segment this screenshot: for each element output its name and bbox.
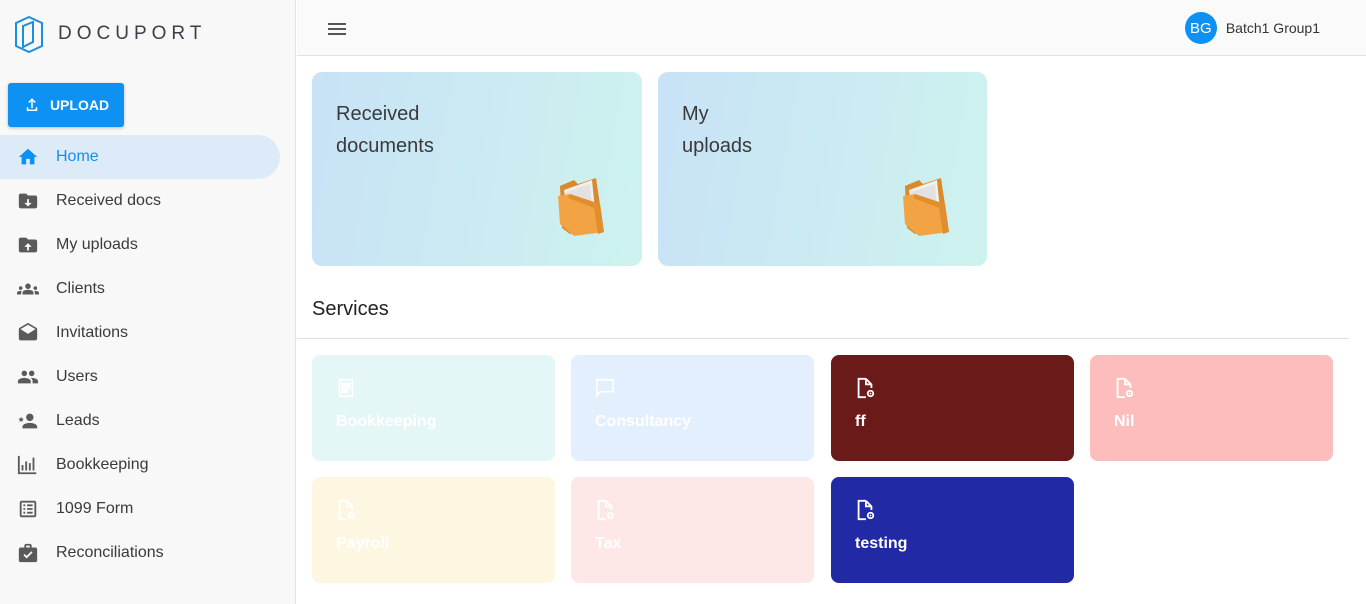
logo[interactable]: DOCUPORT <box>15 15 206 53</box>
docuport-logo-icon <box>15 15 43 53</box>
chart-icon <box>17 454 39 476</box>
card-title-line: Received <box>336 103 420 125</box>
sidebar-item-my-uploads[interactable]: My uploads <box>0 223 280 267</box>
sidebar-item-label: Reconciliations <box>56 544 164 561</box>
sidebar-item-users[interactable]: Users <box>0 355 280 399</box>
upload-icon <box>26 98 38 111</box>
received-documents-card[interactable]: Received documents <box>312 72 642 266</box>
sidebar-item-label: Users <box>56 368 98 385</box>
service-label: ff <box>855 413 866 430</box>
sidebar-item-clients[interactable]: Clients <box>0 267 280 311</box>
people-icon <box>17 366 39 388</box>
service-label: Nil <box>1114 413 1135 430</box>
sidebar-item-label: Bookkeeping <box>56 456 149 473</box>
logo-text: DOCUPORT <box>58 23 207 44</box>
service-label: Payroll <box>336 535 390 552</box>
folder-download-icon <box>17 190 39 212</box>
sidebar-item-received-docs[interactable]: Received docs <box>0 179 280 223</box>
menu-toggle-button[interactable] <box>327 19 347 39</box>
service-label: Consultancy <box>595 413 692 430</box>
upload-button[interactable]: UPLOAD <box>8 83 124 127</box>
sidebar-item-label: Received docs <box>56 192 161 209</box>
doc-gear-icon <box>597 499 615 521</box>
group-icon <box>17 278 39 300</box>
card-title-line: documents <box>336 135 434 157</box>
chat-icon <box>595 378 615 398</box>
service-card-bookkeeping[interactable]: Bookkeeping <box>312 355 555 461</box>
user-menu[interactable]: BG Batch1 Group1 <box>1184 12 1320 44</box>
hamburger-icon <box>328 23 346 35</box>
receipt-icon <box>338 378 354 398</box>
doc-gear-icon <box>857 377 875 399</box>
card-title-line: uploads <box>682 135 753 157</box>
folder-icon <box>903 178 949 236</box>
service-label: testing <box>855 535 908 552</box>
sidebar-item-home[interactable]: Home <box>0 135 280 179</box>
services-heading: Services <box>312 298 389 320</box>
doc-gear-icon <box>338 499 356 521</box>
sidebar-item-label: Leads <box>56 412 100 429</box>
service-card-ff[interactable]: ff <box>831 355 1074 461</box>
list-icon <box>17 498 39 520</box>
person-star-icon <box>17 410 39 432</box>
briefcase-check-icon <box>17 542 39 564</box>
service-card-consultancy[interactable]: Consultancy <box>571 355 814 461</box>
doc-gear-icon <box>1116 377 1134 399</box>
sidebar: DOCUPORT UPLOAD Home Received docs My up… <box>0 0 296 604</box>
divider <box>297 338 1349 339</box>
upload-label: UPLOAD <box>49 97 110 113</box>
top-bar: BG Batch1 Group1 <box>297 0 1366 56</box>
service-label: Bookkeeping <box>336 413 437 430</box>
avatar: BG <box>1184 12 1217 44</box>
home-icon <box>17 146 39 168</box>
card-title-line: My <box>682 103 709 125</box>
folder-upload-icon <box>17 234 39 256</box>
card-title: Received documents <box>336 98 496 162</box>
sidebar-item-1099-form[interactable]: 1099 Form <box>0 487 280 531</box>
folder-icon <box>558 178 604 236</box>
service-card-nil[interactable]: Nil <box>1090 355 1333 461</box>
sidebar-item-label: Clients <box>56 280 105 297</box>
service-card-payroll[interactable]: Payroll <box>312 477 555 583</box>
envelope-open-icon <box>17 322 39 344</box>
sidebar-item-label: 1099 Form <box>56 500 134 517</box>
user-name: Batch1 Group1 <box>1225 20 1320 36</box>
sidebar-item-reconciliations[interactable]: Reconciliations <box>0 531 280 575</box>
doc-gear-icon <box>857 499 875 521</box>
sidebar-item-leads[interactable]: Leads <box>0 399 280 443</box>
sidebar-item-invitations[interactable]: Invitations <box>0 311 280 355</box>
sidebar-nav: Home Received docs My uploads Clients In… <box>0 135 296 575</box>
service-card-testing[interactable]: testing <box>831 477 1074 583</box>
service-label: Tax <box>595 535 622 552</box>
sidebar-item-label: My uploads <box>56 236 138 253</box>
card-title: My uploads <box>682 98 842 162</box>
my-uploads-card[interactable]: My uploads <box>658 72 987 266</box>
sidebar-item-label: Home <box>56 148 99 165</box>
sidebar-item-bookkeeping[interactable]: Bookkeeping <box>0 443 280 487</box>
service-card-tax[interactable]: Tax <box>571 477 814 583</box>
sidebar-item-label: Invitations <box>56 324 129 341</box>
